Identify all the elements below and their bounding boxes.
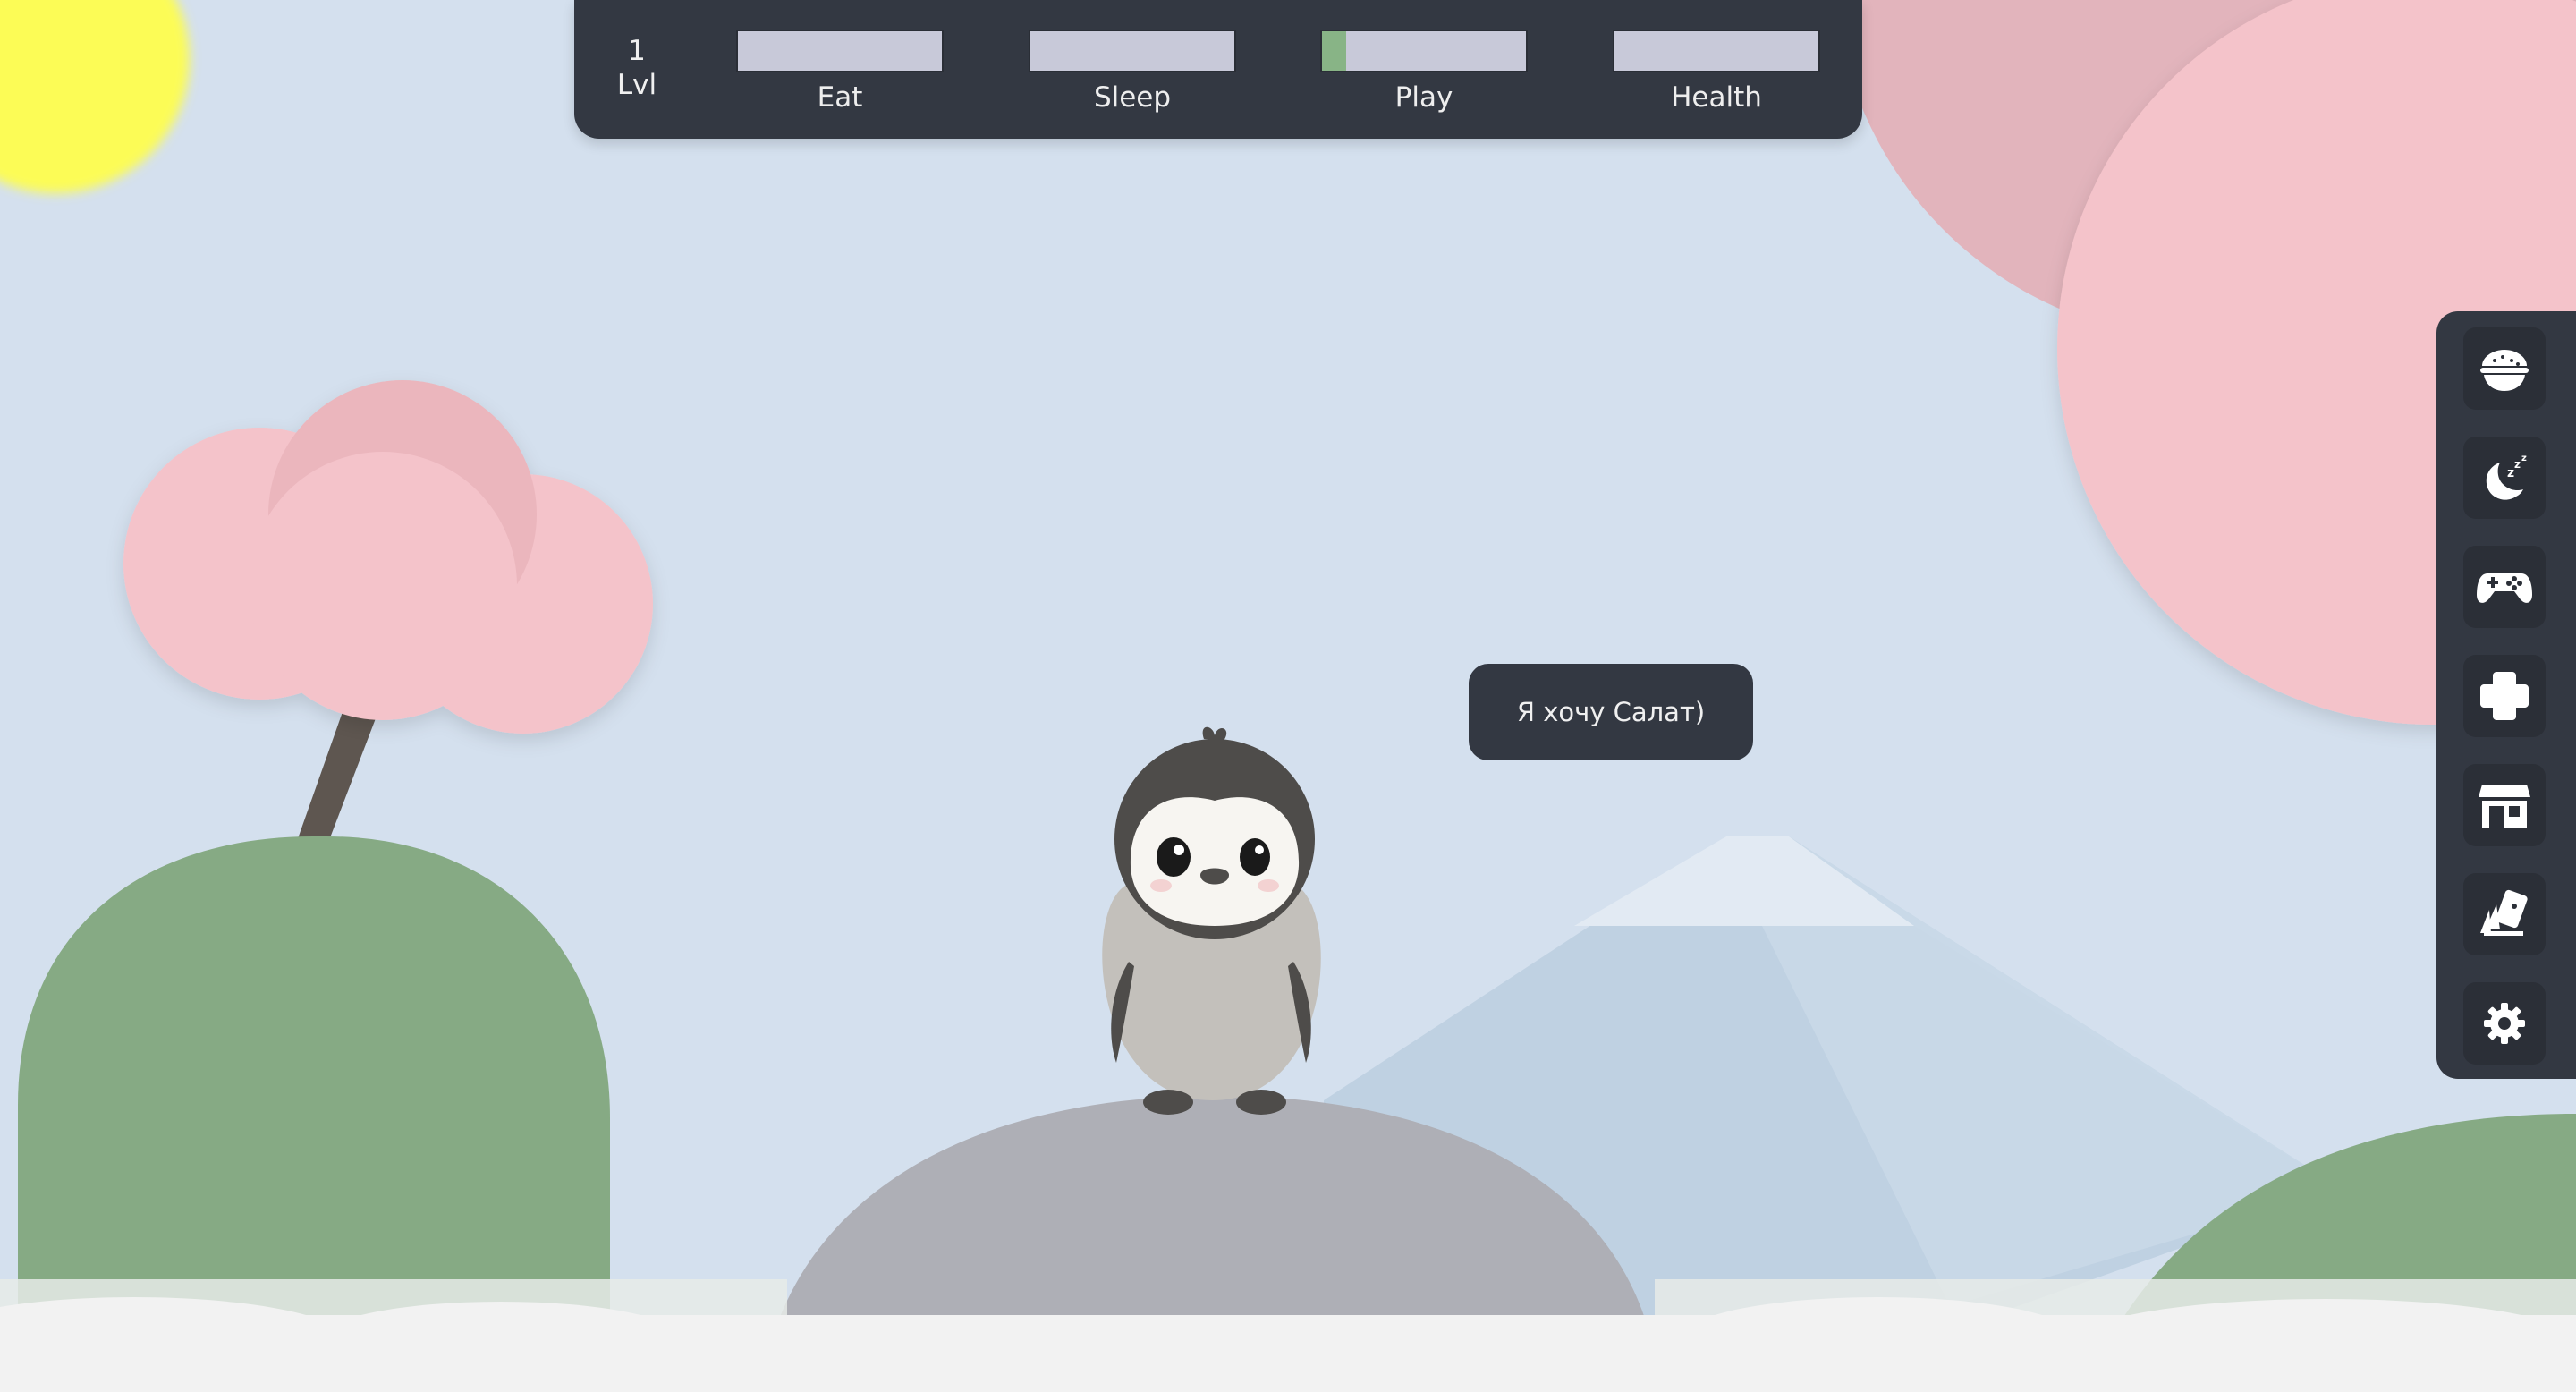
play-button[interactable] [2463, 546, 2546, 628]
background-scene [0, 0, 2576, 1392]
sleep-label: Sleep [1093, 81, 1172, 114]
penguin-character [1102, 726, 1321, 1115]
feed-button[interactable] [2463, 327, 2546, 410]
play-label: Play [1394, 81, 1453, 114]
speech-text: Я хочу Салат) [1516, 697, 1706, 727]
svg-text:z: z [2507, 466, 2514, 480]
stat-sleep: Sleep [1029, 30, 1236, 114]
sun [0, 0, 190, 193]
heal-button[interactable] [2463, 655, 2546, 737]
sleep-button[interactable]: z z z [2463, 437, 2546, 519]
left-blossom-tree [123, 380, 653, 734]
sleep-bar [1029, 30, 1236, 72]
stat-eat: Eat [736, 30, 944, 114]
health-cross-icon [2480, 672, 2529, 720]
level-value: 1 [628, 35, 646, 67]
tree-trunk [291, 707, 380, 859]
shop-button[interactable] [2463, 764, 2546, 846]
cards-icon [2480, 889, 2528, 936]
stat-health: Health [1613, 30, 1820, 114]
health-bar [1613, 30, 1820, 72]
play-bar [1320, 30, 1528, 72]
level-indicator: 1 Lvl [610, 34, 664, 102]
health-label: Health [1671, 81, 1762, 114]
svg-text:z: z [2514, 458, 2521, 471]
gamepad-icon [2477, 573, 2532, 603]
eat-bar [736, 30, 944, 72]
cards-button[interactable] [2463, 873, 2546, 955]
shop-icon [2479, 785, 2530, 828]
action-panel: z z z [2436, 311, 2576, 1079]
sleep-moon-icon: z z z [2486, 454, 2527, 500]
stat-fill [1322, 31, 1347, 71]
stat-play: Play [1320, 30, 1528, 114]
settings-button[interactable] [2463, 982, 2546, 1065]
eat-label: Eat [817, 81, 863, 114]
svg-text:z: z [2521, 454, 2527, 463]
status-panel: 1 Lvl Eat Sleep Play Health [574, 0, 1862, 139]
food-bowl-icon [2480, 350, 2529, 391]
speech-bubble: Я хочу Салат) [1469, 664, 1753, 760]
level-label: Lvl [616, 69, 657, 101]
settings-gear-icon [2484, 1003, 2525, 1044]
